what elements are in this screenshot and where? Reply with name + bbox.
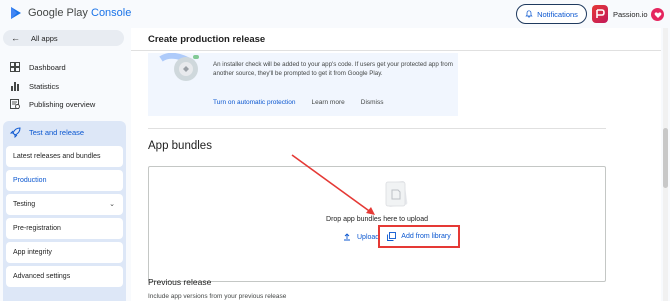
scrollbar-thumb[interactable] [663,128,668,188]
publishing-overview-icon [10,99,20,109]
sidebar-item-pre-registration[interactable]: Pre-registration [6,218,123,239]
sidebar-subitem-label: Advanced settings [13,273,71,280]
divider [148,128,606,129]
sidebar-item-label: Dashboard [29,62,66,72]
developer-name[interactable]: Passion.io [613,10,648,19]
protection-banner: An installer check will be added to your… [148,53,458,116]
upload-button[interactable]: Upload [343,233,379,241]
sidebar: ← All apps Dashboard Statistics Publishi… [0,28,131,301]
bar-chart-icon [11,82,19,91]
test-and-release-section: Test and release Latest releases and bun… [3,121,126,301]
logo-text: Google Play Console [28,7,132,19]
account-avatar[interactable] [651,8,664,21]
upload-label: Upload [357,233,380,241]
heart-icon [654,11,661,18]
back-arrow-icon: ← [11,33,20,43]
sidebar-subitem-label: Latest releases and bundles [13,153,101,160]
notifications-label: Notifications [537,9,578,19]
sidebar-item-label: Statistics [29,81,60,91]
sidebar-item-dashboard[interactable]: Dashboard [10,62,66,72]
notifications-button[interactable]: Notifications [516,4,587,24]
sidebar-item-testing[interactable]: Testing ⌄ [6,194,123,215]
drop-instructions: Drop app bundles here to upload [326,216,428,223]
sidebar-item-production[interactable]: Production [6,170,123,191]
all-apps-button[interactable]: ← All apps [3,30,124,46]
divider [131,50,661,51]
sidebar-item-test-and-release[interactable]: Test and release [10,127,84,138]
sidebar-subitem-label: Testing [13,201,36,208]
section-label: Test and release [29,128,85,137]
banner-text: An installer check will be added to your… [213,61,453,78]
chevron-down-icon: ⌄ [109,201,115,208]
dismiss-link[interactable]: Dismiss [361,99,384,106]
play-console-logo[interactable]: Google Play Console [9,6,131,20]
previous-release-subtext: Include app versions from your previous … [148,293,287,300]
add-from-library-button[interactable]: Add from library [378,225,460,248]
sidebar-subitem-label: App integrity [13,249,52,256]
app-bundle-dropzone[interactable]: Drop app bundles here to upload Upload A… [148,166,606,282]
all-apps-label: All apps [31,33,58,43]
learn-more-link[interactable]: Learn more [312,99,345,106]
banner-actions: Turn on automatic protection Learn more … [213,99,384,106]
app-bundles-heading: App bundles [148,140,212,152]
sidebar-item-advanced-settings[interactable]: Advanced settings [6,266,123,287]
sidebar-subitem-label: Pre-registration [13,225,61,232]
bell-icon [525,10,533,18]
passion-logo-icon [595,9,605,18]
upload-icon [344,233,350,241]
sidebar-item-app-integrity[interactable]: App integrity [6,242,123,263]
sidebar-item-statistics[interactable]: Statistics [10,81,59,91]
main-content: Create production release An installer c… [131,28,661,301]
dashboard-icon [10,62,20,72]
sidebar-item-label: Publishing overview [29,99,96,109]
file-upload-icon [385,180,408,207]
developer-avatar[interactable] [592,5,608,23]
rocket-icon [10,127,21,138]
sidebar-item-latest-releases[interactable]: Latest releases and bundles [6,146,123,167]
turn-on-protection-link[interactable]: Turn on automatic protection [213,99,296,106]
page-title: Create production release [148,34,266,45]
play-logo-icon [11,7,21,19]
page-scrollbar[interactable] [663,28,668,301]
sidebar-subitem-label: Production [13,177,47,184]
library-icon [387,232,397,241]
shield-illustration-icon [159,53,199,81]
add-from-library-label: Add from library [401,233,451,240]
sidebar-item-publishing-overview[interactable]: Publishing overview [10,99,95,109]
top-bar: Google Play Console Notifications Passio… [0,0,670,28]
previous-release-heading: Previous release [148,277,212,287]
